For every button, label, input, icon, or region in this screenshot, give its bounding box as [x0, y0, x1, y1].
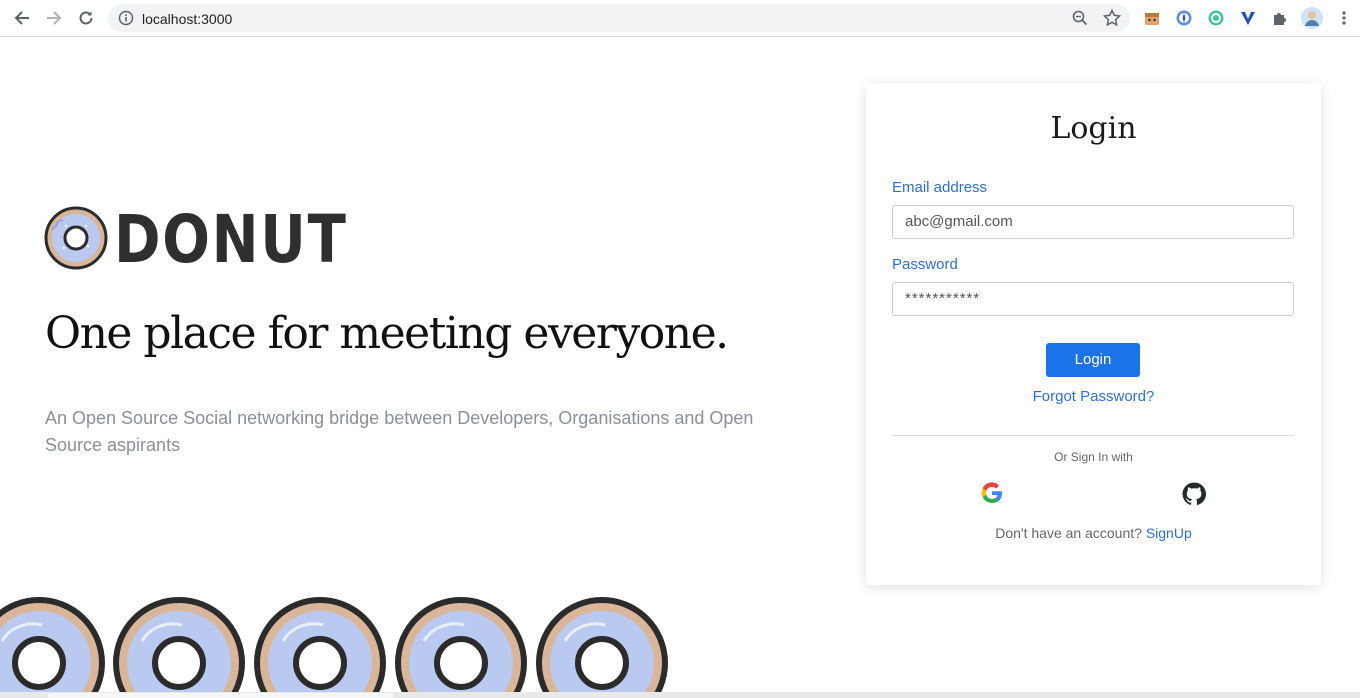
hero-tagline: An Open Source Social networking bridge …: [45, 408, 754, 455]
back-arrow-icon[interactable]: [10, 7, 34, 29]
brand-logo: DONUT: [44, 201, 389, 278]
donut-illustration: [395, 597, 527, 698]
login-button[interactable]: Login: [1046, 343, 1140, 377]
login-card: Login Email address abc@gmail.com Passwo…: [866, 83, 1321, 585]
github-icon[interactable]: [1181, 481, 1207, 512]
info-icon[interactable]: [118, 10, 134, 31]
donut-illustration: [113, 597, 245, 698]
login-title: Login: [1050, 111, 1137, 146]
password-label: Password: [892, 256, 958, 273]
signup-prompt: Don't have an account? SignUp: [866, 525, 1321, 541]
divider: [892, 435, 1294, 436]
signup-link[interactable]: SignUp: [1146, 525, 1192, 541]
scrollbar-thumb[interactable]: [48, 693, 393, 698]
donut-illustration: [536, 597, 668, 698]
no-account-text: Don't have an account?: [995, 525, 1146, 541]
donut-illustration: [254, 597, 386, 698]
profile-avatar[interactable]: [1301, 7, 1323, 29]
brand-name: DONUT: [114, 201, 348, 278]
extension-puzzle-icon[interactable]: [1270, 8, 1290, 28]
hero-headline: One place for meeting everyone.: [45, 308, 729, 359]
or-sign-in-text: Or Sign In with: [1054, 450, 1133, 464]
email-label: Email address: [892, 179, 988, 196]
extension-box-icon[interactable]: [1142, 8, 1162, 28]
zoom-icon[interactable]: [1071, 9, 1089, 32]
extension-compass-icon[interactable]: [1174, 8, 1194, 28]
donut-logo-icon: [44, 206, 108, 275]
more-vert-icon[interactable]: [1334, 8, 1354, 28]
google-icon[interactable]: [980, 481, 1004, 510]
url-text: localhost:3000: [142, 11, 233, 27]
decorative-donut-row: [0, 590, 700, 698]
star-icon[interactable]: [1102, 8, 1122, 33]
password-field[interactable]: ***********: [892, 282, 1294, 316]
donut-illustration: [0, 597, 105, 698]
forgot-password-link[interactable]: Forgot Password?: [866, 388, 1321, 405]
forward-arrow-icon[interactable]: [42, 7, 66, 29]
email-field[interactable]: abc@gmail.com: [892, 205, 1294, 239]
reload-icon[interactable]: [74, 7, 98, 29]
address-bar[interactable]: localhost:3000: [108, 4, 1130, 32]
extension-v-icon[interactable]: [1238, 8, 1258, 28]
extension-target-icon[interactable]: [1206, 8, 1226, 28]
browser-toolbar: localhost:3000: [0, 0, 1360, 37]
